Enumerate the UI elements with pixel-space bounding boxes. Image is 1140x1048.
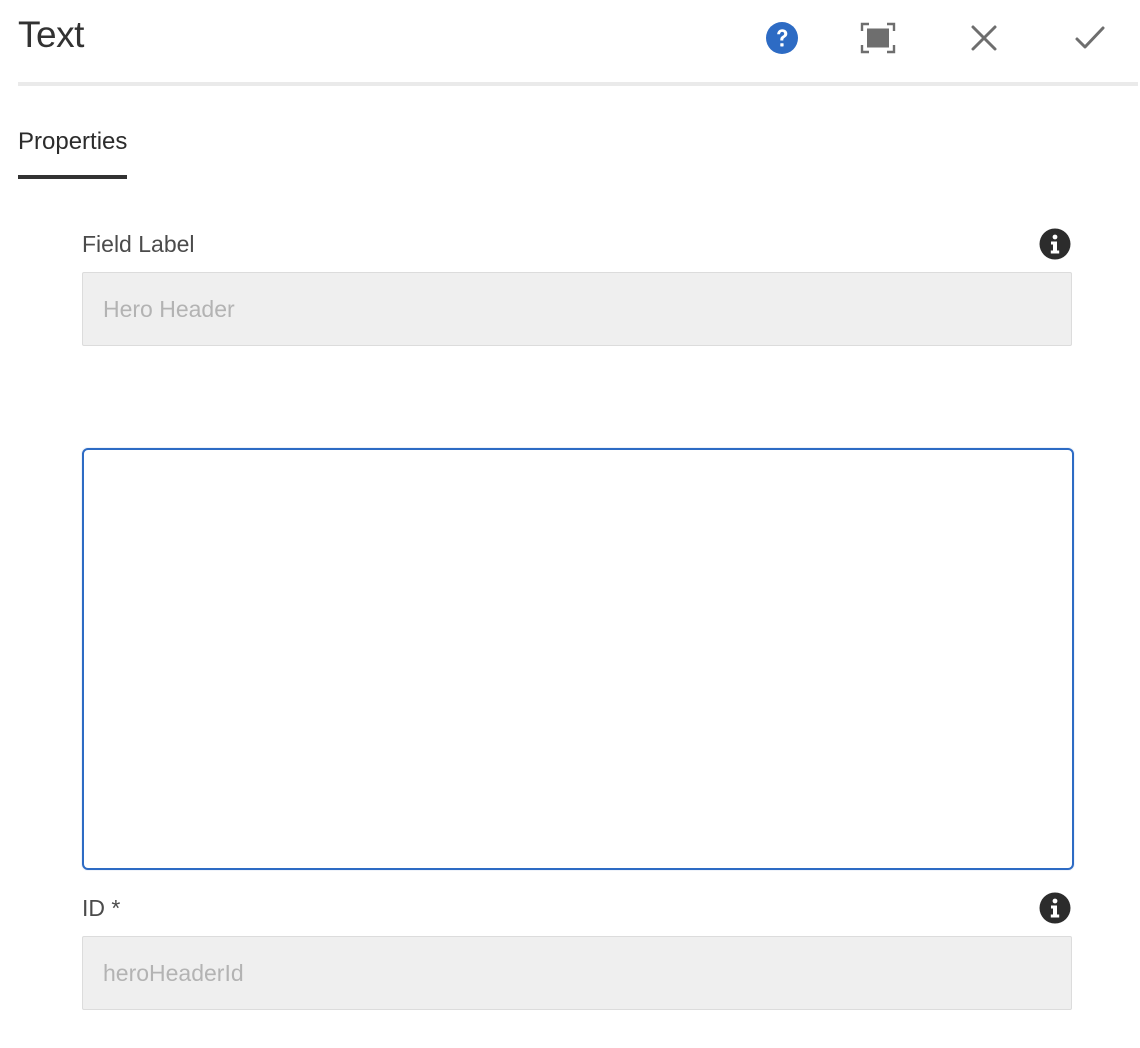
text-dialog: Text Properties Field Label Hero Header …	[0, 0, 1140, 1048]
close-button[interactable]	[962, 16, 1006, 60]
info-icon[interactable]	[1039, 892, 1071, 924]
field-label-input[interactable]: Hero Header	[82, 272, 1072, 346]
close-icon	[971, 25, 997, 51]
id-input[interactable]: heroHeaderId	[82, 936, 1072, 1010]
help-button[interactable]	[760, 16, 804, 60]
dialog-title: Text	[18, 14, 84, 55]
done-button[interactable]	[1068, 16, 1112, 60]
tab-properties[interactable]: Properties	[18, 128, 128, 179]
fullscreen-icon	[860, 22, 896, 54]
info-icon[interactable]	[1039, 228, 1071, 260]
id-label: ID *	[82, 895, 121, 921]
tab-list: Properties	[18, 128, 128, 179]
text-editor[interactable]	[82, 448, 1074, 870]
help-icon	[766, 22, 798, 54]
dialog-header: Text	[18, 0, 1138, 86]
field-label-label: Field Label	[82, 231, 195, 257]
fullscreen-button[interactable]	[856, 16, 900, 60]
checkmark-icon	[1075, 26, 1105, 49]
